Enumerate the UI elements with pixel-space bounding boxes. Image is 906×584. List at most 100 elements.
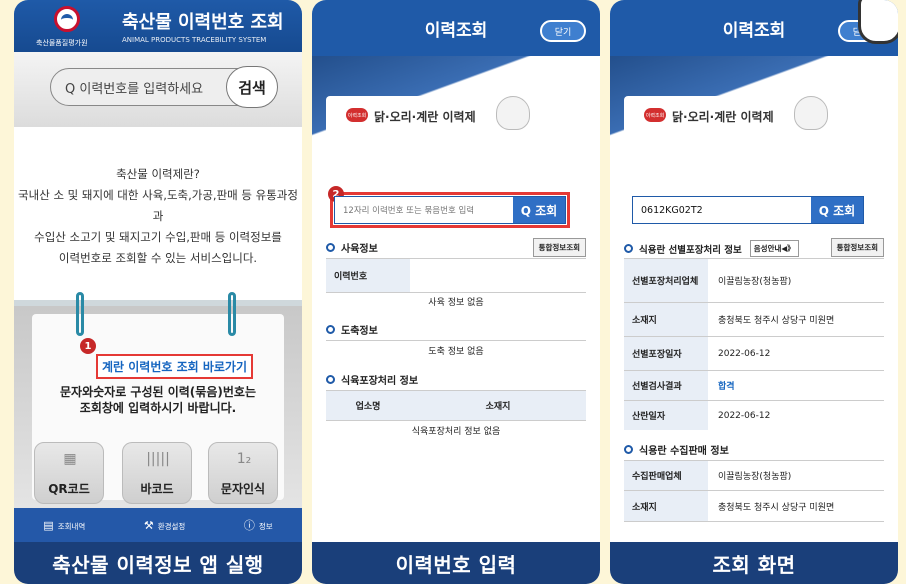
- panel-caption: 이력번호 입력: [312, 542, 600, 584]
- close-button[interactable]: 닫기: [540, 20, 586, 42]
- search-area: Q 이력번호를 입력하세요 검색: [14, 52, 302, 127]
- binder-clip-icon: [76, 292, 84, 336]
- search-button[interactable]: Q 조회: [513, 197, 565, 223]
- search-button[interactable]: 검색: [226, 66, 278, 108]
- search-bar: 12자리 이력번호 또는 묶음번호 입력 Q 조회: [334, 196, 566, 224]
- app-header: 이력조회 닫기: [312, 0, 600, 60]
- voice-guide-button[interactable]: 음성안내◀》: [749, 240, 799, 257]
- desc-line: 수입산 소고기 및 돼지고기 수입,판매 등 이력정보를: [34, 230, 282, 244]
- section-header: 식육포장처리 정보: [326, 372, 586, 387]
- row-value: 충청북도 청주시 상당구 미원면: [718, 316, 835, 326]
- row-key: 수집판매업체: [624, 461, 708, 490]
- section-header: 식용란 수집판매 정보: [624, 442, 884, 457]
- chick-icon: [794, 96, 828, 130]
- egg-trace-link[interactable]: 계란 이력번호 조회 바로가기: [96, 354, 254, 379]
- bullet-icon: [326, 243, 335, 252]
- section-header: 사육정보 통합정보조회: [326, 238, 586, 257]
- tile-label: 바코드: [140, 482, 174, 496]
- trace-input-panel: 이력조회 닫기 이력조회 닭·오리·계란 이력제 2 12자리 이력번호 또는 …: [312, 0, 600, 584]
- banner: 이력조회 닭·오리·계란 이력제: [624, 96, 884, 160]
- guide-line: 문자와숫자로 구성된 이력(묶음)번호는: [60, 385, 256, 399]
- desc-line: 이력번호로 조회할 수 있는 서비스입니다.: [58, 251, 258, 265]
- app-header: 축산물 이력번호 조회 축산물품질평가원 ANIMAL PRODUCTS TRA…: [14, 0, 302, 52]
- row-key: 산란일자: [624, 401, 708, 430]
- column-header: 소재지: [485, 402, 511, 412]
- section-header: 식용란 선별포장처리 정보 음성안내◀》 통합정보조회: [624, 238, 884, 257]
- row-key: 선별검사결과: [624, 371, 708, 400]
- scan-box: 1 계란 이력번호 조회 바로가기 문자와숫자로 구성된 이력(묶음)번호는 조…: [32, 292, 284, 504]
- row-key: 선별포장일자: [624, 337, 708, 370]
- step-badge: 1: [80, 338, 96, 354]
- row-value: 충청북도 청주시 상당구 미원면: [718, 502, 835, 513]
- section-title: 식용란 선별포장처리 정보: [639, 244, 742, 256]
- table-row: 이력번호: [326, 258, 586, 292]
- row-value: 이끌림농장(청농팜): [718, 472, 792, 482]
- bullet-icon: [624, 445, 633, 454]
- scan-area: 1 계란 이력번호 조회 바로가기 문자와숫자로 구성된 이력(묶음)번호는 조…: [14, 292, 302, 508]
- row-value: 2022-06-12: [718, 348, 771, 359]
- agency-logo-icon: [54, 6, 80, 32]
- row-key: 선별포장처리업체: [624, 259, 708, 302]
- row-key: 이력번호: [326, 259, 410, 292]
- trace-number-input[interactable]: 0612KG02T2: [633, 197, 811, 223]
- trace-number-input[interactable]: 12자리 이력번호 또는 묶음번호 입력: [335, 197, 513, 223]
- section-title: 식육포장처리 정보: [341, 376, 419, 387]
- panel-caption: 축산물 이력정보 앱 실행: [14, 542, 302, 584]
- table-row: 산란일자 2022-06-12: [624, 400, 884, 430]
- result-panel: 이력조회 닫기 이력조회 닭·오리·계란 이력제 0612KG02T2 Q 조회…: [610, 0, 898, 584]
- banner-title: 닭·오리·계란 이력제: [374, 110, 476, 124]
- nav-settings[interactable]: ⚒ 환경설정: [144, 519, 185, 532]
- barcode-icon: |||||: [146, 451, 170, 467]
- search-button[interactable]: Q 조회: [811, 197, 863, 223]
- section-title: 식용란 수집판매 정보: [639, 446, 729, 457]
- integrated-info-button[interactable]: 통합정보조회: [830, 238, 884, 257]
- app-header: 이력조회 닫기: [610, 0, 898, 60]
- section-title: 사육정보: [341, 244, 378, 255]
- qr-code-icon: ▦: [63, 451, 77, 467]
- section-title: 도축정보: [341, 326, 378, 337]
- tile-label: 문자인식: [220, 482, 266, 496]
- text-recognition-button[interactable]: 1₂ 문자인식: [208, 442, 278, 504]
- app-subtitle: ANIMAL PRODUCTS TRACEBILITY SYSTEM: [122, 36, 267, 44]
- banner-title: 닭·오리·계란 이력제: [672, 110, 774, 124]
- table-header: 업소명 소재지: [326, 390, 586, 420]
- table-row: 식육포장처리 정보 없음: [326, 420, 586, 440]
- row-value: 이끌림농장(청농팜): [718, 277, 792, 287]
- input-guide: 문자와숫자로 구성된 이력(묶음)번호는 조회창에 입력하시기 바랍니다.: [32, 384, 284, 416]
- row-key: 소재지: [624, 491, 708, 521]
- tile-label: QR코드: [48, 482, 90, 496]
- section-header: 도축정보: [326, 322, 586, 337]
- service-description: 축산물 이력제란? 국내산 소 및 돼지에 대한 사육,도축,가공,판매 등 유…: [14, 164, 302, 269]
- bottom-nav: ▤ 조회내역 ⚒ 환경설정 ⓘ 정보: [14, 508, 302, 542]
- empty-text: 사육 정보 없음: [428, 298, 484, 308]
- chick-icon: [496, 96, 530, 130]
- table-row: 소재지 충청북도 청주시 상당구 미원면: [624, 490, 884, 522]
- table-row: 소재지 충청북도 청주시 상당구 미원면: [624, 302, 884, 336]
- nav-label: 환경설정: [157, 521, 186, 531]
- table-row: 선별포장일자 2022-06-12: [624, 336, 884, 370]
- document-icon: ▤: [43, 518, 54, 532]
- row-key: 소재지: [624, 303, 708, 336]
- table-row: 사육 정보 없음: [326, 292, 586, 310]
- hand-pointer-icon: [858, 0, 898, 44]
- text-recognition-icon: 1₂: [236, 451, 252, 467]
- trace-logo-icon: 이력조회: [644, 108, 666, 122]
- app-title: 축산물 이력번호 조회: [122, 12, 284, 33]
- org-name: 축산물품질평가원: [36, 39, 88, 47]
- qr-code-button[interactable]: ▦ QR코드: [34, 442, 104, 504]
- bullet-icon: [326, 325, 335, 334]
- nav-label: 정보: [258, 522, 273, 531]
- integrated-info-button[interactable]: 통합정보조회: [532, 238, 586, 257]
- desc-line: 축산물 이력제란?: [116, 167, 200, 181]
- bullet-icon: [326, 375, 335, 384]
- barcode-button[interactable]: ||||| 바코드: [122, 442, 192, 504]
- table-row: 선별검사결과 합격: [624, 370, 884, 400]
- empty-text: 식육포장처리 정보 없음: [411, 427, 501, 437]
- bullet-icon: [624, 244, 633, 253]
- desc-line: 국내산 소 및 돼지에 대한 사육,도축,가공,판매 등 유통과정과: [18, 188, 298, 223]
- app-launch-panel: 축산물 이력번호 조회 축산물품질평가원 ANIMAL PRODUCTS TRA…: [14, 0, 302, 584]
- nav-info[interactable]: ⓘ 정보: [244, 517, 273, 533]
- nav-history[interactable]: ▤ 조회내역: [43, 519, 85, 532]
- nav-label: 조회내역: [57, 521, 86, 531]
- binder-clip-icon: [228, 292, 236, 336]
